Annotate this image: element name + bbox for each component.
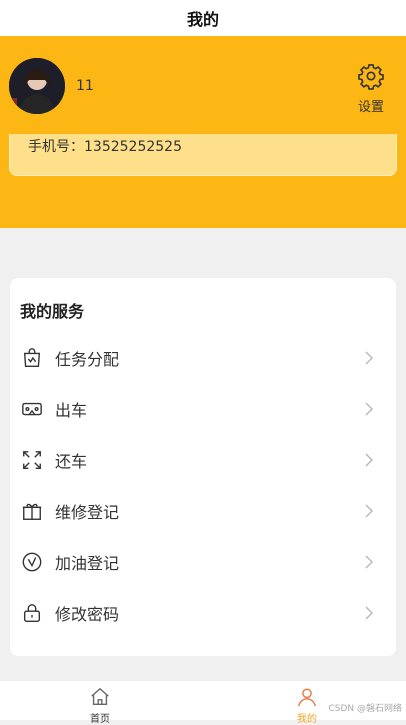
service-label: 修改密码 bbox=[55, 604, 120, 624]
phone-card: 手机号：13525252525 bbox=[9, 134, 397, 176]
services-card: 我的服务 任务分配 出车 还车 维修登记 加油登记 修改密码 bbox=[10, 278, 396, 656]
service-repair-register[interactable]: 维修登记 bbox=[10, 485, 396, 536]
chevron-right-icon bbox=[365, 503, 374, 518]
watermark: CSDN @磐石网络 bbox=[328, 704, 402, 714]
phone-number: 13525252525 bbox=[84, 139, 182, 155]
service-label: 加油登记 bbox=[55, 553, 120, 573]
service-return[interactable]: 还车 bbox=[10, 434, 396, 485]
profile-banner: 11 设置 手机号：13525252525 bbox=[0, 36, 406, 228]
service-label: 任务分配 bbox=[55, 349, 120, 369]
vr-car-icon bbox=[22, 402, 42, 415]
service-label: 出车 bbox=[55, 400, 88, 420]
page-header: 我的 bbox=[0, 0, 406, 36]
chevron-right-icon bbox=[365, 554, 374, 569]
home-icon bbox=[91, 687, 109, 706]
tab-home[interactable]: 首页 bbox=[60, 681, 140, 725]
service-label: 维修登记 bbox=[55, 502, 120, 522]
tab-home-label: 首页 bbox=[90, 714, 110, 725]
gauge-icon bbox=[22, 552, 42, 571]
settings-button[interactable]: 设置 bbox=[354, 62, 388, 115]
avatar[interactable] bbox=[9, 58, 65, 114]
service-label: 还车 bbox=[55, 451, 88, 471]
page-title: 我的 bbox=[186, 10, 219, 29]
chevron-right-icon bbox=[365, 605, 374, 620]
service-change-password[interactable]: 修改密码 bbox=[10, 587, 396, 638]
gift-box-icon bbox=[22, 503, 42, 520]
chevron-right-icon bbox=[365, 350, 374, 365]
task-bag-icon bbox=[23, 347, 41, 367]
phone-row: 手机号：13525252525 bbox=[28, 136, 182, 156]
bottom-tab-bar: 首页 我的 CSDN @磐石网络 bbox=[0, 680, 406, 725]
phone-label: 手机号： bbox=[28, 139, 84, 155]
service-dispatch[interactable]: 出车 bbox=[10, 383, 396, 434]
settings-label: 设置 bbox=[357, 100, 384, 115]
lock-icon bbox=[23, 603, 41, 622]
chevron-right-icon bbox=[365, 452, 374, 467]
gear-icon bbox=[358, 64, 384, 90]
user-icon bbox=[298, 688, 316, 707]
chevron-right-icon bbox=[365, 401, 374, 416]
username: 11 bbox=[76, 78, 94, 94]
expand-arrows-icon bbox=[23, 450, 41, 469]
service-fuel-register[interactable]: 加油登记 bbox=[10, 536, 396, 587]
service-task-assign[interactable]: 任务分配 bbox=[10, 332, 396, 383]
services-title: 我的服务 bbox=[20, 302, 85, 321]
